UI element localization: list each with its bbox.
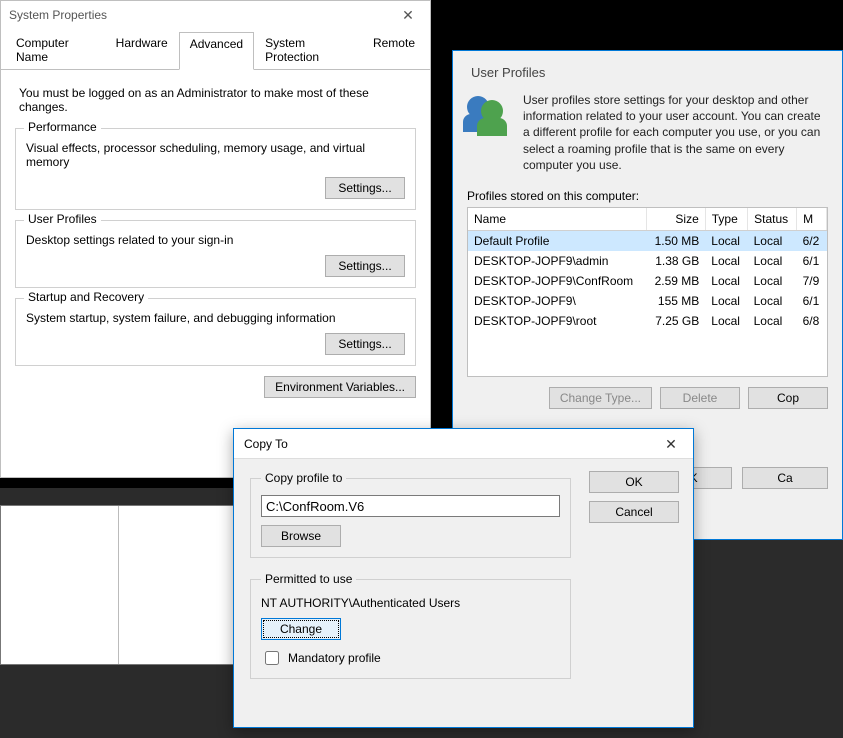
col-type[interactable]: Type xyxy=(705,208,747,231)
col-size[interactable]: Size xyxy=(646,208,705,231)
userprof-cancel-button[interactable]: Ca xyxy=(742,467,828,489)
permitted-user: NT AUTHORITY\Authenticated Users xyxy=(261,596,560,610)
mandatory-profile-checkbox[interactable] xyxy=(265,651,279,665)
table-row[interactable]: DESKTOP-JOPF9\admin1.38 GBLocalLocal6/1 xyxy=(468,251,827,271)
window-system-properties: System Properties ✕ Computer Name Hardwa… xyxy=(0,0,431,478)
profiles-stored-label: Profiles stored on this computer: xyxy=(467,189,828,203)
window-copy-to: Copy To ✕ Copy profile to Browse Permitt… xyxy=(233,428,694,728)
copy-profile-legend: Copy profile to xyxy=(261,471,346,485)
userprofiles-settings-button[interactable]: Settings... xyxy=(325,255,405,277)
startup-settings-button[interactable]: Settings... xyxy=(325,333,405,355)
userprofiles-legend: User Profiles xyxy=(24,212,101,226)
mandatory-profile-label: Mandatory profile xyxy=(288,651,381,665)
table-row[interactable]: DESKTOP-JOPF9\ConfRoom2.59 MBLocalLocal7… xyxy=(468,271,827,291)
browse-button[interactable]: Browse xyxy=(261,525,341,547)
change-button[interactable]: Change xyxy=(261,618,341,640)
taskbar-thumbnails xyxy=(0,505,235,665)
change-type-button[interactable]: Change Type... xyxy=(549,387,652,409)
users-icon xyxy=(467,92,511,136)
sysprops-tabs: Computer Name Hardware Advanced System P… xyxy=(1,31,430,70)
copy-path-input[interactable] xyxy=(261,495,560,517)
environment-variables-button[interactable]: Environment Variables... xyxy=(264,376,416,398)
performance-settings-button[interactable]: Settings... xyxy=(325,177,405,199)
userprof-desc: User profiles store settings for your de… xyxy=(523,92,828,173)
tab-advanced[interactable]: Advanced xyxy=(179,32,254,70)
copyto-ok-button[interactable]: OK xyxy=(589,471,679,493)
performance-legend: Performance xyxy=(24,120,101,134)
admin-note: You must be logged on as an Administrato… xyxy=(15,80,416,124)
tab-system-protection[interactable]: System Protection xyxy=(254,31,362,69)
copy-to-button[interactable]: Cop xyxy=(748,387,828,409)
permitted-legend: Permitted to use xyxy=(261,572,356,586)
table-row[interactable]: Default Profile1.50 MBLocalLocal6/2 xyxy=(468,230,827,251)
copyto-cancel-button[interactable]: Cancel xyxy=(589,501,679,523)
table-row[interactable]: DESKTOP-JOPF9\root7.25 GBLocalLocal6/8 xyxy=(468,311,827,331)
profiles-table[interactable]: Name Size Type Status M Default Profile1… xyxy=(467,207,828,377)
userprof-title: User Profiles xyxy=(453,51,842,92)
startup-desc: System startup, system failure, and debu… xyxy=(26,311,405,325)
startup-legend: Startup and Recovery xyxy=(24,290,148,304)
table-row[interactable]: DESKTOP-JOPF9\155 MBLocalLocal6/1 xyxy=(468,291,827,311)
performance-desc: Visual effects, processor scheduling, me… xyxy=(26,141,405,169)
copyto-title: Copy To xyxy=(244,437,288,451)
sysprops-title: System Properties xyxy=(9,8,107,22)
close-icon[interactable]: ✕ xyxy=(649,429,693,459)
col-name[interactable]: Name xyxy=(468,208,646,231)
delete-button[interactable]: Delete xyxy=(660,387,740,409)
tab-hardware[interactable]: Hardware xyxy=(105,31,179,69)
tab-remote[interactable]: Remote xyxy=(362,31,426,69)
userprofiles-desc: Desktop settings related to your sign-in xyxy=(26,233,405,247)
tab-computer-name[interactable]: Computer Name xyxy=(5,31,105,69)
close-icon[interactable]: ✕ xyxy=(386,1,430,29)
col-status[interactable]: Status xyxy=(748,208,797,231)
col-modified[interactable]: M xyxy=(797,208,827,231)
